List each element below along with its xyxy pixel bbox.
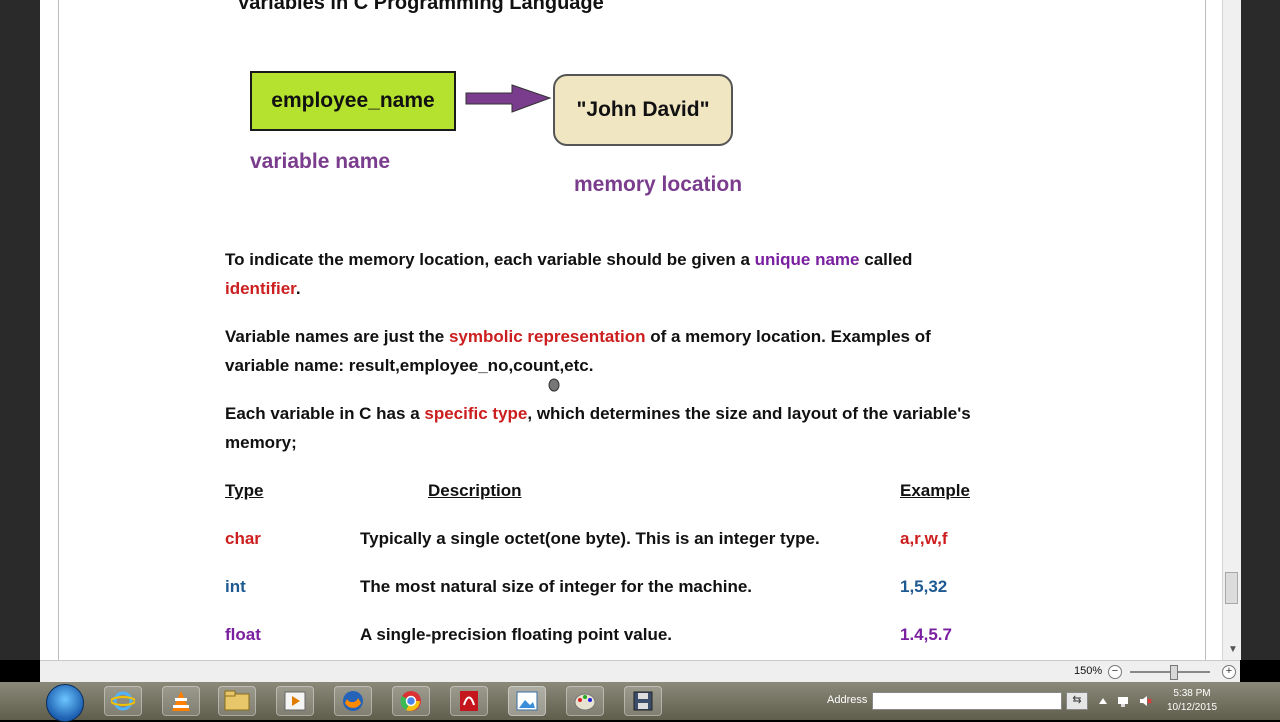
firefox-icon[interactable] (334, 686, 372, 716)
status-bar: 150% − + (40, 660, 1240, 683)
p1-text-a: To indicate the memory location, each va… (225, 250, 755, 269)
vlc-icon[interactable] (162, 686, 200, 716)
chrome-icon[interactable] (392, 686, 430, 716)
p1-text-e: . (295, 279, 301, 298)
picture-viewer-icon[interactable] (508, 686, 546, 716)
vertical-scrollbar[interactable]: ▼ (1222, 0, 1241, 660)
p2-text-c: of a memory location. Examples of (645, 327, 931, 346)
p3-highlight-specific-type: specific type (424, 404, 528, 423)
clock-time: 5:38 PM (1173, 688, 1211, 699)
memory-location-box: "John David" (553, 74, 733, 146)
p2-highlight-symbolic: symbolic representation (448, 327, 646, 346)
system-clock[interactable]: 5:38 PM 10/12/2015 (1160, 687, 1224, 715)
network-icon[interactable] (1116, 694, 1130, 708)
document-content: Variables in C Programming Language empl… (40, 0, 1222, 660)
table-row-int-example: 1,5,32 (900, 577, 948, 596)
paragraph-symbolic: Variable names are just the symbolic rep… (225, 327, 931, 347)
p3-text-c: , which determines the size and layout o… (527, 404, 971, 423)
table-header-example: Example (900, 481, 970, 500)
arrow-right-icon (465, 84, 552, 113)
paragraph-symbolic-line2: variable name: result,employee_no,count,… (225, 356, 594, 375)
p1-highlight-identifier: identifier (225, 279, 296, 298)
memory-location-label: memory location (574, 173, 743, 196)
table-row-char-type: char (225, 529, 261, 548)
table-row-float-example: 1.4,5.7 (900, 625, 952, 644)
page-title: Variables in C Programming Language (237, 0, 604, 14)
scroll-down-arrow-icon[interactable]: ▼ (1228, 644, 1238, 655)
internet-explorer-icon[interactable] (104, 686, 142, 716)
p1-text-c: called (859, 250, 913, 269)
table-row-int-description: The most natural size of integer for the… (360, 577, 753, 596)
zoom-level: 150% (1074, 665, 1103, 677)
table-row-float-description: A single-precision floating point value. (360, 625, 673, 644)
zoom-in-button[interactable]: + (1222, 665, 1236, 679)
save-disk-icon[interactable] (624, 686, 662, 716)
table-header-description: Description (428, 481, 522, 500)
paragraph-identifier: To indicate the memory location, each va… (225, 250, 912, 270)
variable-name-box: employee_name (250, 71, 456, 131)
paint-icon[interactable] (566, 686, 604, 716)
scrollbar-thumb[interactable] (1225, 572, 1238, 604)
media-player-icon[interactable] (276, 686, 314, 716)
file-explorer-icon[interactable] (218, 686, 256, 716)
pdf-reader-icon[interactable] (450, 686, 488, 716)
table-row-float-type: float (225, 625, 261, 644)
paragraph-type-line2: memory; (225, 433, 297, 452)
p1-highlight-unique-name: unique name (754, 250, 860, 269)
address-go-button[interactable]: ⇆ (1066, 692, 1088, 710)
table-row-char-description: Typically a single octet(one byte). This… (360, 529, 820, 548)
address-input[interactable] (872, 692, 1062, 710)
paragraph-identifier-line2: identifier. (225, 279, 301, 299)
zoom-slider-thumb[interactable] (1170, 665, 1178, 680)
table-header-type: Type (225, 481, 264, 500)
mouse-cursor-icon (548, 378, 560, 392)
start-button[interactable] (46, 684, 84, 722)
address-label: Address (827, 694, 868, 706)
variable-name-text: employee_name (271, 89, 435, 112)
table-row-char-example: a,r,w,f (900, 529, 948, 548)
paragraph-type: Each variable in C has a specific type, … (225, 404, 971, 424)
p3-text-a: Each variable in C has a (225, 404, 425, 423)
variable-name-label: variable name (250, 150, 391, 173)
volume-muted-icon[interactable] (1138, 694, 1152, 708)
zoom-out-button[interactable]: − (1108, 665, 1122, 679)
table-row-int-type: int (225, 577, 246, 596)
p2-text-a: Variable names are just the (225, 327, 449, 346)
left-background (0, 0, 40, 660)
show-hidden-icons-icon[interactable] (1096, 694, 1110, 708)
clock-date: 10/12/2015 (1166, 702, 1218, 713)
memory-value-text: "John David" (576, 98, 710, 121)
right-background (1240, 0, 1280, 660)
